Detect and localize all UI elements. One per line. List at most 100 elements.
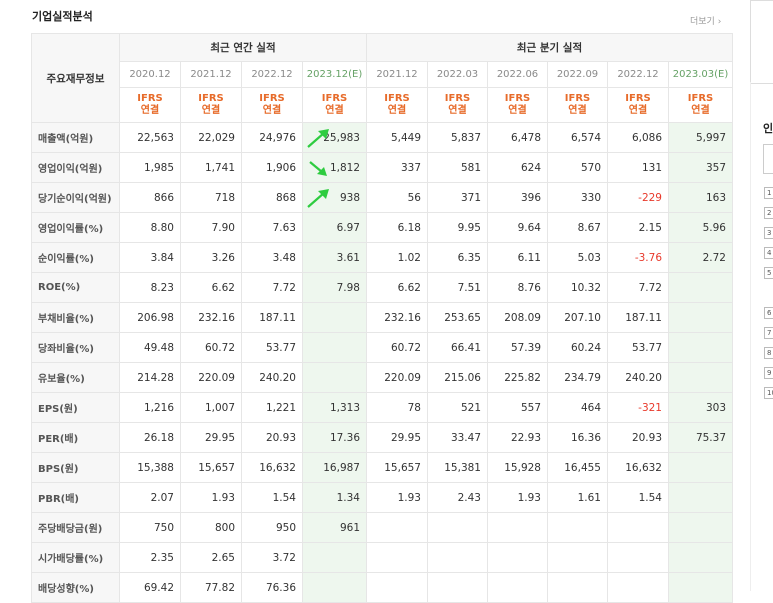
side-rank-number[interactable]: 4 bbox=[764, 247, 773, 259]
cell-value: 240.20 bbox=[625, 371, 662, 384]
trend-up-arrow-icon bbox=[307, 188, 329, 208]
table-cell: 6.11 bbox=[487, 242, 548, 273]
table-row: 순이익률(%) 3.84 3.26 3.48 3.61 1.02 6.35 6.11 5.03 -… bbox=[31, 242, 733, 273]
ifrs-label-bottom: 연결 bbox=[628, 105, 648, 116]
cell-value: 53.77 bbox=[265, 341, 296, 354]
cell-value: 961 bbox=[339, 521, 360, 534]
cell-value: 220.09 bbox=[198, 371, 235, 384]
side-rank-number[interactable]: 6 bbox=[764, 307, 773, 319]
row-label: EPS(원) bbox=[31, 392, 120, 423]
more-link[interactable]: 더보기 › bbox=[690, 14, 721, 27]
cell-value: 337 bbox=[400, 161, 421, 174]
table-cell: 3.48 bbox=[241, 242, 303, 273]
table-cell bbox=[547, 512, 608, 543]
table-cell bbox=[302, 572, 367, 603]
table-cell: 22,029 bbox=[180, 122, 242, 153]
cell-value: 396 bbox=[520, 191, 541, 204]
cell-value: 750 bbox=[153, 521, 174, 534]
side-rank-number[interactable]: 3 bbox=[764, 227, 773, 239]
table-cell: 1,812 bbox=[302, 152, 367, 183]
cell-value: 2.15 bbox=[638, 221, 662, 234]
table-cell: 9.95 bbox=[427, 212, 488, 243]
side-search-input[interactable] bbox=[763, 144, 773, 174]
table-cell: 232.16 bbox=[366, 302, 428, 333]
row-label: 영업이익(억원) bbox=[31, 152, 120, 183]
cell-value: 16,987 bbox=[323, 461, 360, 474]
row-label: 주당배당금(원) bbox=[31, 512, 120, 543]
ifrs-label-top: IFRS bbox=[384, 93, 410, 104]
table-cell: 20.93 bbox=[607, 422, 669, 453]
period-header: 2022.12 bbox=[241, 61, 303, 88]
table-cell: 1.54 bbox=[607, 482, 669, 513]
cell-value: 8.80 bbox=[150, 221, 174, 234]
side-rank-number[interactable]: 1 bbox=[764, 187, 773, 199]
trend-down-arrow-icon bbox=[309, 160, 327, 176]
annual-header: 최근 연간 실적 bbox=[119, 33, 367, 62]
cell-value: 163 bbox=[705, 191, 726, 204]
ifrs-label-bottom: 연결 bbox=[568, 105, 587, 116]
table-cell bbox=[427, 542, 488, 573]
table-cell: 8.23 bbox=[119, 272, 181, 303]
period-header: 2023.12(E) bbox=[302, 61, 367, 88]
side-rank-number[interactable]: 8 bbox=[764, 347, 773, 359]
cell-value: 1.02 bbox=[397, 251, 421, 264]
table-cell: 57.39 bbox=[487, 332, 548, 363]
table-cell: 8.67 bbox=[547, 212, 608, 243]
table-row: EPS(원) 1,216 1,007 1,221 1,313 78 521 557 464 -32… bbox=[31, 392, 733, 423]
table-cell: 557 bbox=[487, 392, 548, 423]
cell-value: 581 bbox=[460, 161, 481, 174]
table-cell: -229 bbox=[607, 182, 669, 213]
table-cell bbox=[487, 542, 548, 573]
cell-value: 22,563 bbox=[137, 131, 174, 144]
side-rank-number[interactable]: 7 bbox=[764, 327, 773, 339]
table-cell: 7.90 bbox=[180, 212, 242, 243]
cell-value: 16,632 bbox=[259, 461, 296, 474]
table-cell: 3.61 bbox=[302, 242, 367, 273]
cell-value: 53.77 bbox=[631, 341, 662, 354]
side-rank-number[interactable]: 9 bbox=[764, 367, 773, 379]
table-cell: 15,928 bbox=[487, 452, 548, 483]
table-cell: 10.32 bbox=[547, 272, 608, 303]
cell-value: 20.93 bbox=[265, 431, 296, 444]
table-cell: 66.41 bbox=[427, 332, 488, 363]
table-cell: 950 bbox=[241, 512, 303, 543]
table-cell bbox=[427, 572, 488, 603]
side-rank-number[interactable]: 2 bbox=[764, 207, 773, 219]
table-cell bbox=[607, 542, 669, 573]
ifrs-label: IFRS 연결 bbox=[241, 87, 303, 123]
ifrs-label-top: IFRS bbox=[321, 93, 348, 104]
table-cell: 29.95 bbox=[366, 422, 428, 453]
table-cell bbox=[547, 542, 608, 573]
table-cell: 1,906 bbox=[241, 152, 303, 183]
cell-value: 22,029 bbox=[198, 131, 235, 144]
row-label: 매출액(억원) bbox=[31, 122, 120, 153]
cell-value: 1,007 bbox=[204, 401, 235, 414]
cell-value: 6.97 bbox=[336, 221, 360, 234]
cell-value: 1.61 bbox=[577, 491, 601, 504]
table-cell: 56 bbox=[366, 182, 428, 213]
ifrs-label-top: IFRS bbox=[444, 93, 471, 104]
table-row: 부채비율(%) 206.98 232.16 187.11 232.16 253.65 208… bbox=[31, 302, 733, 333]
table-cell bbox=[487, 572, 548, 603]
table-cell: 207.10 bbox=[547, 302, 608, 333]
table-cell bbox=[668, 572, 733, 603]
table-cell: 357 bbox=[668, 152, 733, 183]
table-cell: 1,007 bbox=[180, 392, 242, 423]
cell-value: 208.09 bbox=[504, 311, 541, 324]
cell-value: 1.93 bbox=[211, 491, 235, 504]
table-cell: 2.07 bbox=[119, 482, 181, 513]
table-cell: 232.16 bbox=[180, 302, 242, 333]
ifrs-label: IFRS 연결 bbox=[487, 87, 548, 123]
row-label: BPS(원) bbox=[31, 452, 120, 483]
cell-value: 253.65 bbox=[444, 311, 481, 324]
ifrs-label: IFRS 연결 bbox=[302, 87, 367, 123]
table-cell bbox=[607, 512, 669, 543]
cell-value: 1.34 bbox=[336, 491, 360, 504]
side-rank-number[interactable]: 5 bbox=[764, 267, 773, 279]
row-label: 배당성향(%) bbox=[31, 572, 120, 603]
cell-value: 15,388 bbox=[137, 461, 174, 474]
cell-value: 9.64 bbox=[517, 221, 541, 234]
table-cell: 15,657 bbox=[366, 452, 428, 483]
side-rank-number[interactable]: 10 bbox=[764, 387, 773, 399]
table-cell: 6.62 bbox=[366, 272, 428, 303]
